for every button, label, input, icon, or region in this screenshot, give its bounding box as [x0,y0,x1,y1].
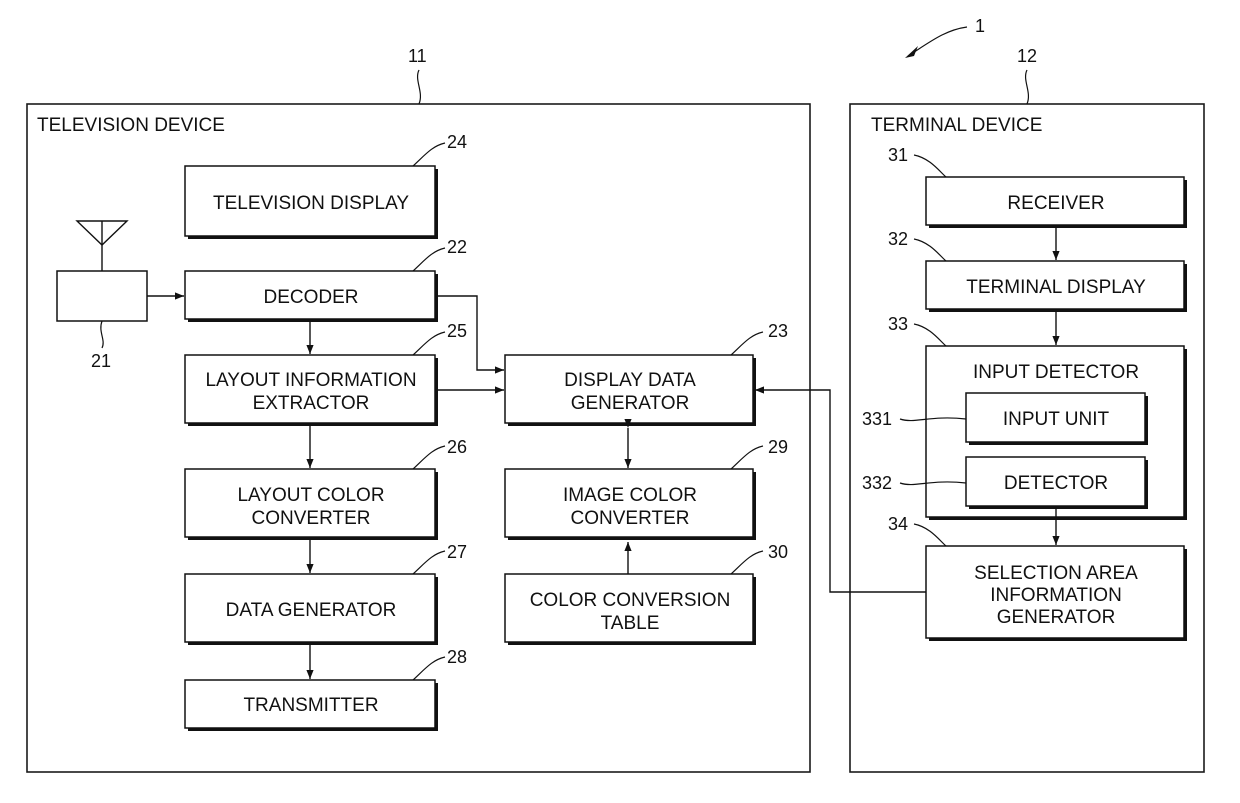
image-color-converter-label-1: IMAGE COLOR [563,485,697,506]
tuner-block: 21 [56,270,148,371]
layout-information-extractor-label-1: LAYOUT INFORMATION [205,370,416,391]
terminal-device-ref: 12 [1017,46,1037,66]
television-device-ref: 11 [408,46,427,66]
transmitter-label: TRANSMITTER [243,695,378,716]
color-conversion-table-label-2: TABLE [601,613,660,634]
image-color-converter-label-2: CONVERTER [571,508,690,529]
decoder-label: DECODER [263,287,358,308]
input-unit-ref: 331 [862,409,892,429]
transmitter-block: TRANSMITTER 28 [184,647,467,731]
display-data-generator-label-1: DISPLAY DATA [564,370,696,391]
color-conversion-table-label-1: COLOR CONVERSION [530,590,731,611]
display-data-generator-ref: 23 [768,321,788,341]
input-detector-block: INPUT DETECTOR 33 INPUT UNIT 331 DETECTO… [862,314,1187,520]
transmitter-ref: 28 [447,647,467,667]
input-unit-block: INPUT UNIT 331 [862,392,1148,445]
selection-area-label-2: INFORMATION [990,585,1122,606]
terminal-display-ref: 32 [888,229,908,249]
image-color-converter-block: IMAGE COLOR CONVERTER 29 [504,437,788,540]
detector-label: DETECTOR [1004,473,1108,494]
layout-color-converter-block: LAYOUT COLOR CONVERTER 26 [184,437,467,540]
layout-color-converter-ref: 26 [447,437,467,457]
terminal-display-block: TERMINAL DISPLAY 32 [888,229,1187,312]
data-generator-ref: 27 [447,542,467,562]
image-color-converter-ref: 29 [768,437,788,457]
system-ref-arrowhead [905,46,918,58]
decoder-ref: 22 [447,237,467,257]
selection-area-label-3: GENERATOR [997,607,1116,628]
system-ref-number: 1 [975,16,985,36]
receiver-block: RECEIVER 31 [888,145,1187,228]
display-data-generator-block: DISPLAY DATA GENERATOR 23 [504,321,788,426]
television-display-block: TELEVISION DISPLAY 24 [184,132,467,239]
tuner-box [56,270,148,322]
layout-color-converter-label-1: LAYOUT COLOR [237,485,384,506]
receiver-ref: 31 [888,145,908,165]
television-device-leader [416,69,422,105]
input-detector-ref: 33 [888,314,908,334]
receiver-label: RECEIVER [1007,193,1104,214]
data-generator-block: DATA GENERATOR 27 [184,542,467,645]
selection-area-label-1: SELECTION AREA [974,563,1138,584]
television-device: TELEVISION DEVICE 11 21 TELEVISION DISPL… [26,46,811,773]
terminal-device-leader [1024,69,1030,105]
detector-ref: 332 [862,473,892,493]
data-generator-label: DATA GENERATOR [226,600,397,621]
television-device-title: TELEVISION DEVICE [37,115,225,136]
television-display-ref: 24 [447,132,467,152]
terminal-device: TERMINAL DEVICE 12 RECEIVER 31 TERMINAL … [849,46,1205,773]
decoder-block: DECODER 22 [184,237,467,322]
selection-area-information-generator-block: SELECTION AREA INFORMATION GENERATOR 34 [888,514,1187,641]
color-conversion-table-block: COLOR CONVERSION TABLE 30 [504,542,788,645]
layout-information-extractor-block: LAYOUT INFORMATION EXTRACTOR 25 [184,321,467,426]
tuner-leader [100,320,104,349]
terminal-display-label: TERMINAL DISPLAY [966,277,1146,298]
input-detector-label: INPUT DETECTOR [973,362,1139,383]
display-data-generator-label-2: GENERATOR [571,393,690,414]
system-reference: 1 [905,16,985,58]
antenna-icon [75,220,129,271]
selection-area-ref: 34 [888,514,908,534]
color-conversion-table-ref: 30 [768,542,788,562]
television-display-label: TELEVISION DISPLAY [213,193,409,214]
tuner-ref: 21 [91,351,111,371]
block-diagram: 1 TELEVISION DEVICE 11 21 TELEVISION DIS… [26,16,1205,773]
detector-block: DETECTOR 332 [862,456,1148,509]
terminal-device-title: TERMINAL DEVICE [871,115,1042,136]
layout-information-extractor-ref: 25 [447,321,467,341]
layout-information-extractor-label-2: EXTRACTOR [253,393,370,414]
system-ref-leader [907,26,968,57]
input-unit-label: INPUT UNIT [1003,409,1110,430]
layout-color-converter-label-2: CONVERTER [252,508,371,529]
